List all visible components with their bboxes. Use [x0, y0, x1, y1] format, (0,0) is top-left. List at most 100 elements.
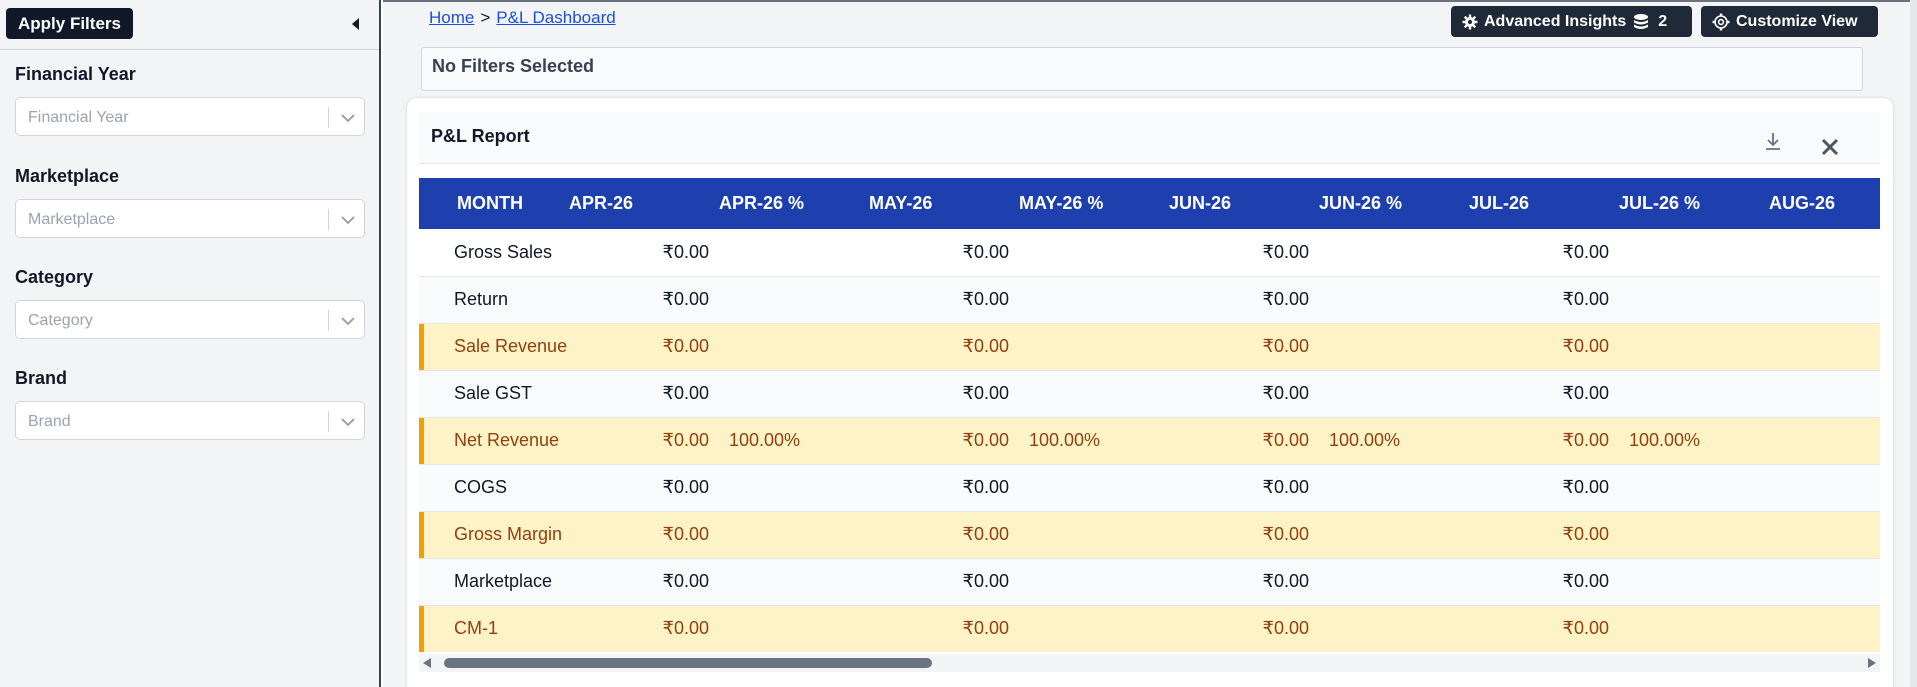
- customize-view-label: Customize View: [1736, 12, 1858, 30]
- amount-cell: ₹0.00: [869, 323, 1019, 371]
- percent-cell: 100.00%: [1319, 417, 1469, 465]
- scroll-left-arrow[interactable]: [423, 658, 431, 668]
- percent-cell: 100.00%: [1019, 417, 1169, 465]
- percent-cell: [1619, 276, 1769, 324]
- amount-cell: ₹0.00: [569, 323, 719, 371]
- chevron-down-icon[interactable]: [339, 413, 357, 431]
- amount-cell: [1769, 464, 1880, 512]
- filter-label: Brand: [15, 368, 68, 388]
- table-row: Sale Revenue ₹0.00 ₹0.00 ₹0.00 ₹0.00: [419, 323, 1880, 371]
- amount-cell: ₹0.00: [1169, 370, 1319, 418]
- financial-year-select[interactable]: Financial Year: [15, 97, 365, 136]
- amount-cell: ₹0.00: [1469, 229, 1619, 277]
- report-table-container[interactable]: MONTH APR-26 APR-26 % MAY-26 MAY-26 % JUN-26 J…: [419, 178, 1880, 652]
- row-label: COGS: [419, 464, 569, 512]
- percent-cell: [1619, 605, 1769, 652]
- insights-count-badge: 2: [1658, 12, 1668, 30]
- row-label: Gross Margin: [419, 511, 569, 559]
- filter-sidebar: Apply Filters Financial Year Financial Y…: [0, 0, 381, 687]
- percent-cell: [1319, 229, 1469, 277]
- amount-cell: ₹0.00: [1469, 417, 1619, 465]
- scroll-right-arrow[interactable]: [1868, 658, 1876, 668]
- settings-icon: [1712, 13, 1730, 30]
- table-row: Net Revenue ₹0.00 100.00% ₹0.00 100.00% ₹0.00…: [419, 417, 1880, 465]
- horizontal-scrollbar[interactable]: [419, 654, 1880, 672]
- amount-cell: [1769, 605, 1880, 652]
- chevron-down-icon[interactable]: [339, 211, 357, 229]
- amount-cell: ₹0.00: [569, 276, 719, 324]
- percent-cell: [1319, 276, 1469, 324]
- amount-cell: ₹0.00: [569, 370, 719, 418]
- window-scrollbar-track[interactable]: [1910, 0, 1917, 687]
- customize-view-button[interactable]: Customize View: [1701, 6, 1878, 37]
- amount-cell: ₹0.00: [869, 511, 1019, 559]
- table-row: Return ₹0.00 ₹0.00 ₹0.00 ₹0.00: [419, 276, 1880, 324]
- advanced-insights-button[interactable]: Advanced Insights 2: [1451, 6, 1692, 37]
- amount-cell: ₹0.00: [869, 464, 1019, 512]
- amount-cell: [1769, 370, 1880, 418]
- row-label: Sale Revenue: [419, 323, 569, 371]
- amount-cell: ₹0.00: [869, 370, 1019, 418]
- breadcrumb-home-link[interactable]: Home: [429, 8, 474, 27]
- chevron-down-icon[interactable]: [339, 312, 357, 330]
- amount-cell: ₹0.00: [1169, 229, 1319, 277]
- percent-cell: [1019, 276, 1169, 324]
- percent-cell: [719, 370, 869, 418]
- amount-cell: ₹0.00: [1469, 323, 1619, 371]
- breadcrumb-current-link[interactable]: P&L Dashboard: [496, 8, 615, 27]
- table-row: Gross Sales ₹0.00 ₹0.00 ₹0.00 ₹0.00: [419, 229, 1880, 277]
- column-header: JUL-26 %: [1619, 178, 1769, 229]
- table-row: Marketplace ₹0.00 ₹0.00 ₹0.00 ₹0.00: [419, 558, 1880, 606]
- percent-cell: 100.00%: [1619, 417, 1769, 465]
- chevron-down-icon[interactable]: [339, 109, 357, 127]
- brand-select[interactable]: Brand: [15, 401, 365, 440]
- percent-cell: [719, 511, 869, 559]
- column-header: AUG-26: [1769, 178, 1880, 229]
- breadcrumb: Home > P&L Dashboard: [429, 8, 616, 28]
- column-header: MONTH: [419, 178, 569, 229]
- advanced-insights-label: Advanced Insights: [1484, 12, 1627, 30]
- row-label: Return: [419, 276, 569, 324]
- percent-cell: [1019, 605, 1169, 652]
- select-separator: [328, 411, 329, 432]
- apply-filters-button[interactable]: Apply Filters: [6, 8, 133, 39]
- amount-cell: ₹0.00: [569, 605, 719, 652]
- percent-cell: [1019, 511, 1169, 559]
- close-icon[interactable]: [1819, 136, 1841, 158]
- column-header: APR-26: [569, 178, 719, 229]
- marketplace-select[interactable]: Marketplace: [15, 199, 365, 238]
- percent-cell: [1619, 464, 1769, 512]
- amount-cell: ₹0.00: [569, 464, 719, 512]
- percent-cell: [1019, 229, 1169, 277]
- pl-report-card: P&L Report MONTH APR-26 APR-26 % MAY-26 MAY-…: [407, 98, 1893, 687]
- filter-label: Financial Year: [15, 64, 136, 84]
- percent-cell: [719, 276, 869, 324]
- percent-cell: [1319, 605, 1469, 652]
- report-header: P&L Report: [419, 112, 1880, 164]
- percent-cell: [1619, 370, 1769, 418]
- amount-cell: ₹0.00: [869, 558, 1019, 606]
- sidebar-header: Apply Filters: [0, 0, 379, 50]
- chevron-left-icon[interactable]: [346, 14, 366, 34]
- filter-status-bar: No Filters Selected: [421, 47, 1863, 91]
- table-row: CM-1 ₹0.00 ₹0.00 ₹0.00 ₹0.00: [419, 605, 1880, 652]
- coins-icon: [1634, 13, 1649, 29]
- percent-cell: [1619, 511, 1769, 559]
- amount-cell: ₹0.00: [1169, 511, 1319, 559]
- category-select[interactable]: Category: [15, 300, 365, 339]
- amount-cell: ₹0.00: [869, 605, 1019, 652]
- amount-cell: ₹0.00: [869, 276, 1019, 324]
- row-label: Gross Sales: [419, 229, 569, 277]
- percent-cell: [1619, 323, 1769, 371]
- filter-marketplace: Marketplace Marketplace: [15, 164, 365, 238]
- percent-cell: [1319, 511, 1469, 559]
- table-header-row: MONTH APR-26 APR-26 % MAY-26 MAY-26 % JUN-26 J…: [419, 178, 1880, 229]
- select-placeholder: Brand: [28, 413, 71, 430]
- amount-cell: [1769, 229, 1880, 277]
- download-icon[interactable]: [1762, 130, 1784, 152]
- percent-cell: [719, 605, 869, 652]
- scrollbar-thumb[interactable]: [444, 658, 932, 668]
- row-label: CM-1: [419, 605, 569, 652]
- table-row: COGS ₹0.00 ₹0.00 ₹0.00 ₹0.00: [419, 464, 1880, 512]
- column-header: JUL-26: [1469, 178, 1619, 229]
